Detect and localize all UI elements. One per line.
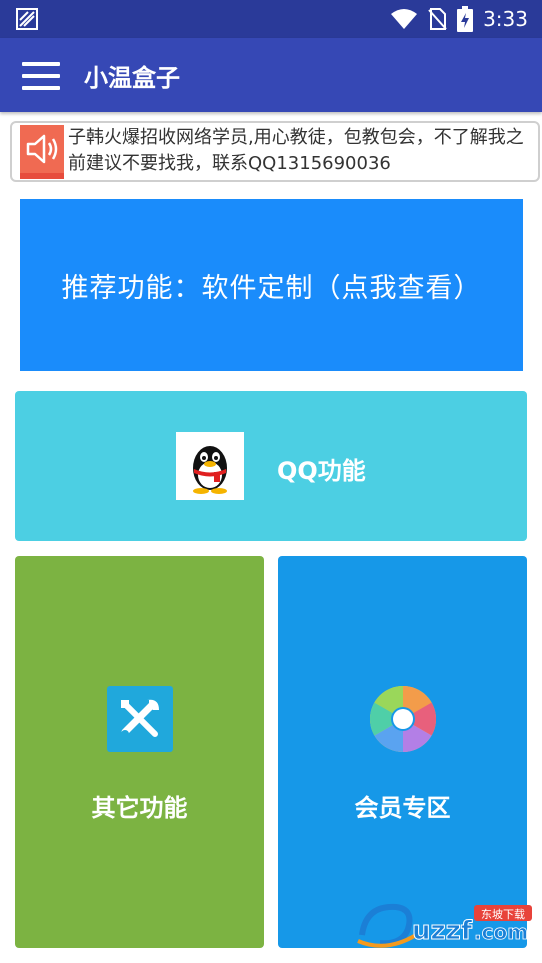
notice-banner[interactable]: 子韩火爆招收网络学员,用心教徒，包教包会，不了解我之前建议不要找我，联系QQ13… — [10, 121, 540, 182]
watermark-badge: 东坡下载 — [481, 908, 525, 921]
qq-penguin-icon — [176, 432, 244, 500]
menu-icon[interactable] — [22, 62, 60, 90]
member-zone-tile[interactable]: 会员专区 — [278, 556, 527, 948]
aperture-icon — [369, 686, 437, 752]
no-sim-icon — [428, 8, 447, 30]
other-functions-label: 其它功能 — [91, 794, 188, 822]
member-zone-label: 会员专区 — [354, 794, 451, 822]
speaker-icon — [20, 125, 64, 179]
uzzf-watermark: uzzf .com 东坡下载 — [356, 895, 536, 955]
wifi-icon — [391, 9, 418, 29]
status-bar: 3:33 — [0, 0, 542, 38]
status-time: 3:33 — [483, 7, 528, 31]
qq-function-label: QQ功能 — [277, 457, 366, 485]
notice-text: 子韩火爆招收网络学员,用心教徒，包教包会，不了解我之前建议不要找我，联系QQ13… — [68, 127, 524, 174]
watermark-suffix: .com — [474, 920, 528, 944]
app-title: 小温盒子 — [84, 64, 180, 92]
tools-icon — [107, 686, 173, 752]
app-notification-icon — [16, 8, 38, 30]
recommend-banner[interactable]: 推荐功能：软件定制（点我查看） — [20, 199, 523, 371]
watermark-brand: uzzf — [412, 916, 473, 946]
other-functions-tile[interactable]: 其它功能 — [15, 556, 264, 948]
app-bar: 小温盒子 — [0, 38, 542, 112]
battery-icon — [457, 6, 474, 32]
recommend-label: 推荐功能：软件定制（点我查看） — [61, 272, 482, 304]
qq-function-card[interactable]: QQ功能 — [15, 391, 527, 541]
